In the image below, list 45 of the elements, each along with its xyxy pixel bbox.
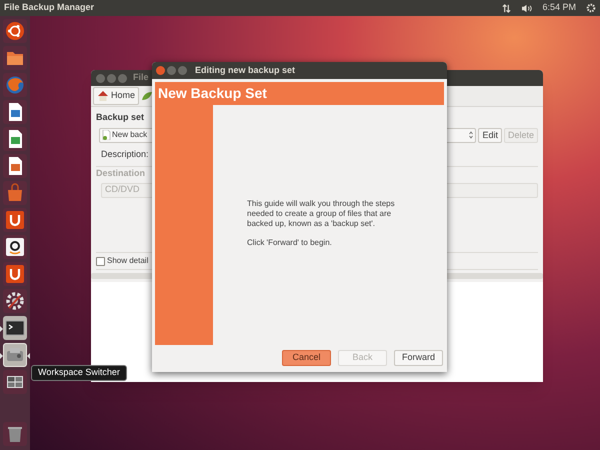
wizard-header: New Backup Set bbox=[155, 82, 444, 105]
window-title: Editing new backup set bbox=[195, 64, 296, 77]
tile-icon bbox=[5, 210, 25, 230]
speaker-icon[interactable] bbox=[521, 4, 532, 12]
tooltip: Workspace Switcher bbox=[31, 365, 127, 381]
launcher-item[interactable] bbox=[3, 235, 27, 259]
guide-text: This guide will walk you through the steps needed to create a group of files that are backed up, known as a 'backup set'. bbox=[247, 199, 396, 229]
leaf-icon[interactable] bbox=[141, 90, 154, 102]
dialog-button[interactable]: Cancel bbox=[282, 350, 331, 366]
clock[interactable]: 6:54 PM bbox=[542, 1, 576, 15]
shop-icon bbox=[5, 237, 25, 257]
network-icon[interactable] bbox=[502, 4, 512, 12]
select-value: New back bbox=[112, 129, 148, 141]
guide-text: Click 'Forward' to begin. bbox=[247, 238, 333, 248]
app-title: File Backup Manager bbox=[4, 1, 94, 14]
document-icon bbox=[102, 130, 111, 140]
dialog-button[interactable]: Forward bbox=[394, 350, 443, 366]
close-icon[interactable] bbox=[156, 66, 165, 75]
trash-icon bbox=[5, 424, 25, 444]
checkbox-label: Show detail bbox=[107, 255, 148, 267]
launcher-item[interactable] bbox=[3, 289, 27, 313]
edit-button[interactable]: Edit bbox=[478, 128, 502, 142]
spinner-icon bbox=[469, 131, 474, 139]
launcher-item[interactable] bbox=[3, 370, 27, 394]
launcher-item[interactable] bbox=[3, 127, 27, 151]
tile-icon bbox=[5, 264, 25, 284]
description-label: Description: bbox=[100, 148, 150, 161]
gear-icon bbox=[5, 291, 25, 311]
power-gear-icon[interactable] bbox=[586, 3, 596, 13]
launcher-item[interactable] bbox=[3, 316, 27, 340]
terminal-icon bbox=[5, 318, 25, 338]
shopping-bag-icon bbox=[5, 183, 25, 203]
section-label: Destination bbox=[96, 167, 146, 180]
launcher-item[interactable] bbox=[3, 100, 27, 124]
globe-icon bbox=[5, 75, 25, 95]
section-label: Backup set bbox=[96, 111, 146, 124]
home-button[interactable]: Home bbox=[93, 87, 140, 105]
window-title: File bbox=[133, 71, 149, 84]
launcher-item[interactable] bbox=[3, 19, 27, 43]
house-icon bbox=[97, 90, 109, 102]
launcher-item[interactable] bbox=[3, 262, 27, 286]
launcher-item[interactable] bbox=[3, 154, 27, 178]
launcher-item[interactable] bbox=[3, 208, 27, 232]
checkbox[interactable] bbox=[96, 256, 105, 266]
ubuntu-logo-icon bbox=[5, 21, 25, 41]
